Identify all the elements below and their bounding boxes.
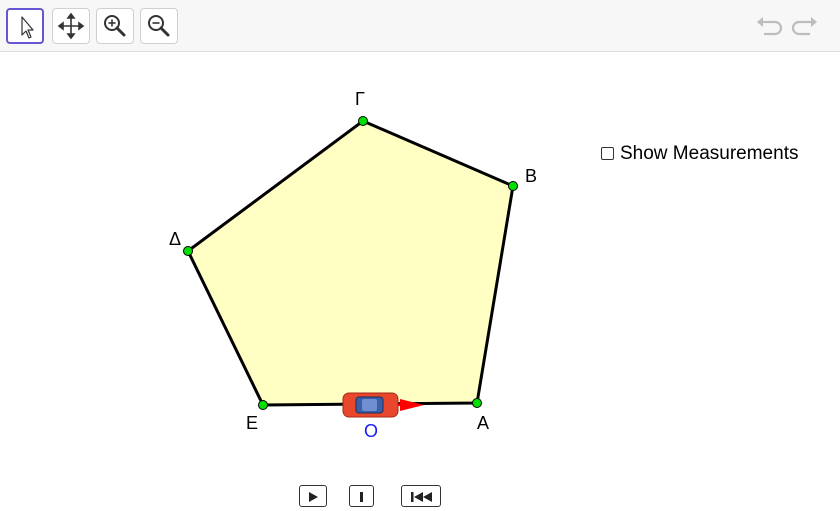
vertex-point-gamma[interactable] [358, 116, 368, 126]
redo-button[interactable] [790, 10, 822, 42]
arrow-pointer-icon [21, 16, 34, 39]
zoom-out-icon [148, 15, 170, 37]
show-measurements-label: Show Measurements [620, 143, 799, 164]
car-icon[interactable] [342, 392, 399, 418]
vertex-label-delta: Δ [169, 229, 182, 249]
toolbar [0, 0, 840, 52]
undo-icon [757, 17, 783, 36]
play-icon [309, 492, 318, 502]
step-button[interactable] [349, 485, 374, 507]
vertex-label-beta: Β [525, 166, 538, 186]
vertex-label-epsilon: Ε [246, 413, 259, 433]
step-icon [360, 492, 363, 502]
redo-icon [791, 17, 817, 36]
pentagon[interactable] [186, 119, 515, 407]
vertex-point-alpha[interactable] [472, 398, 482, 408]
move-graphics-view-button[interactable] [52, 8, 90, 44]
zoom-in-button[interactable] [96, 8, 134, 44]
play-button[interactable] [299, 485, 327, 507]
car-point-label: O [364, 421, 379, 441]
zoom-out-button[interactable] [140, 8, 178, 44]
vertex-point-delta[interactable] [183, 246, 193, 256]
zoom-in-icon [104, 15, 126, 37]
move-arrows-icon [57, 12, 85, 40]
rewind-button[interactable] [401, 485, 441, 507]
vertex-point-epsilon[interactable] [258, 400, 268, 410]
rewind-icon [411, 492, 432, 502]
undo-button[interactable] [752, 10, 784, 42]
select-tool-button[interactable] [6, 8, 44, 44]
checkbox-box[interactable] [601, 147, 614, 160]
graphics-view[interactable]: Γ Β Δ Ε Α O [0, 53, 840, 500]
vertex-label-alpha: Α [477, 413, 490, 433]
vertex-label-gamma: Γ [355, 89, 365, 109]
vertex-point-beta[interactable] [508, 181, 518, 191]
